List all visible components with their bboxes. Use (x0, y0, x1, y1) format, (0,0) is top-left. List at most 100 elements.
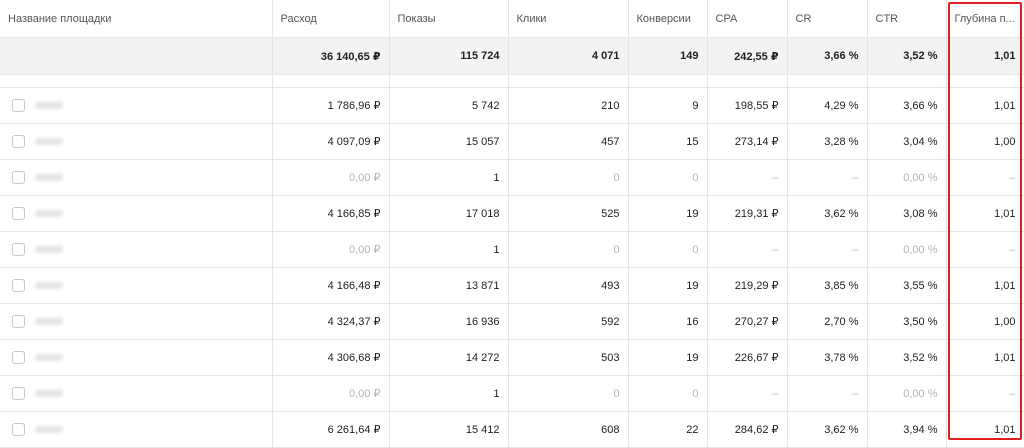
cell-clicks: 0 (508, 231, 629, 268)
cell-depth: 1,01 (946, 267, 1024, 304)
col-header-depth[interactable]: Глубина п... (946, 0, 1024, 38)
checkbox-icon[interactable] (12, 315, 25, 328)
cell-clicks: 592 (508, 303, 629, 340)
table-row[interactable]: 4 324,37 ₽16 936 592 16 270,27 ₽2,70 % 3,50 … (0, 303, 1024, 340)
stats-table: Название площадки Расход Показы Клики Ко… (0, 0, 1024, 448)
col-header-ctr[interactable]: CTR (867, 0, 947, 38)
table-row[interactable]: 4 166,48 ₽13 871 493 19 219,29 ₽3,85 % 3,55 … (0, 267, 1024, 304)
table-row[interactable]: 4 166,85 ₽17 018 525 19 219,31 ₽3,62 % 3,08 … (0, 195, 1024, 232)
cell-conversions: 0 (628, 159, 708, 196)
total-impressions: 115 724 (389, 37, 509, 75)
cell-clicks: 525 (508, 195, 629, 232)
cell-cpa: – (707, 231, 788, 268)
cell-cr: 3,62 % (787, 195, 868, 232)
cell-impressions: 13 871 (389, 267, 509, 304)
checkbox-icon[interactable] (12, 243, 25, 256)
total-cr: 3,66 % (787, 37, 868, 75)
cell-depth: 1,01 (946, 195, 1024, 232)
cell-impressions: 5 742 (389, 87, 509, 124)
cell-cost: 0,00 ₽ (272, 159, 390, 196)
cell-cpa: 284,62 ₽ (707, 411, 788, 448)
totals-row: 36 140,65 ₽ 115 724 4 071 149 242,55 ₽ 3… (0, 37, 1024, 75)
col-header-cost[interactable]: Расход (272, 0, 390, 38)
cell-ctr: 3,08 % (867, 195, 947, 232)
checkbox-icon[interactable] (12, 423, 25, 436)
checkbox-icon[interactable] (12, 387, 25, 400)
site-name-cell (0, 339, 273, 376)
cell-ctr: 0,00 % (867, 231, 947, 268)
cell-cr: 3,28 % (787, 123, 868, 160)
cell-conversions: 0 (628, 375, 708, 412)
cell-clicks: 503 (508, 339, 629, 376)
col-header-cr[interactable]: CR (787, 0, 868, 38)
cell-conversions: 15 (628, 123, 708, 160)
col-header-conversions[interactable]: Конверсии (628, 0, 708, 38)
checkbox-icon[interactable] (12, 99, 25, 112)
cell-cpa: 226,67 ₽ (707, 339, 788, 376)
cell-cost: 4 306,68 ₽ (272, 339, 390, 376)
blurred-site-name (35, 354, 63, 361)
cell-impressions: 1 (389, 231, 509, 268)
cell-conversions: 22 (628, 411, 708, 448)
site-name-cell (0, 303, 273, 340)
cell-cpa: 198,55 ₽ (707, 87, 788, 124)
cell-cr: – (787, 159, 868, 196)
site-name-cell (0, 231, 273, 268)
site-name-cell (0, 87, 273, 124)
site-name-cell (0, 411, 273, 448)
table-row[interactable]: 0,00 ₽1 0 0– –0,00 % – (0, 159, 1024, 196)
total-cost: 36 140,65 ₽ (272, 37, 390, 75)
total-depth: 1,01 (946, 37, 1024, 75)
cell-cpa: 270,27 ₽ (707, 303, 788, 340)
checkbox-icon[interactable] (12, 351, 25, 364)
checkbox-icon[interactable] (12, 171, 25, 184)
table-row[interactable]: 4 097,09 ₽15 057 457 15 273,14 ₽3,28 % 3,04 … (0, 123, 1024, 160)
cell-ctr: 3,66 % (867, 87, 947, 124)
total-ctr: 3,52 % (867, 37, 947, 75)
cell-conversions: 0 (628, 231, 708, 268)
table-row[interactable]: 0,00 ₽1 0 0– –0,00 % – (0, 231, 1024, 268)
cell-impressions: 1 (389, 375, 509, 412)
checkbox-icon[interactable] (12, 279, 25, 292)
cell-ctr: 0,00 % (867, 375, 947, 412)
col-header-clicks[interactable]: Клики (508, 0, 629, 38)
col-header-cpa[interactable]: CPA (707, 0, 788, 38)
total-label-cell (0, 37, 273, 75)
cell-conversions: 19 (628, 267, 708, 304)
table-row[interactable]: 4 306,68 ₽14 272 503 19 226,67 ₽3,78 % 3,52 … (0, 339, 1024, 376)
total-conversions: 149 (628, 37, 708, 75)
cell-conversions: 9 (628, 87, 708, 124)
cell-depth: 1,01 (946, 87, 1024, 124)
cell-impressions: 14 272 (389, 339, 509, 376)
cell-ctr: 3,55 % (867, 267, 947, 304)
cell-impressions: 16 936 (389, 303, 509, 340)
cell-cpa: – (707, 375, 788, 412)
cell-cost: 4 097,09 ₽ (272, 123, 390, 160)
table-row[interactable]: 0,00 ₽1 0 0– –0,00 % – (0, 375, 1024, 412)
col-header-site-name[interactable]: Название площадки (0, 0, 273, 38)
cell-conversions: 19 (628, 339, 708, 376)
cell-cr: – (787, 231, 868, 268)
table-row[interactable]: 6 261,64 ₽15 412 608 22 284,62 ₽3,62 % 3,94 … (0, 411, 1024, 448)
blurred-site-name (35, 102, 63, 109)
blurred-site-name (35, 246, 63, 253)
checkbox-icon[interactable] (12, 207, 25, 220)
table-row[interactable]: 1 786,96 ₽5 742 210 9 198,55 ₽4,29 % 3,66 % 1… (0, 87, 1024, 124)
cell-cr: 3,85 % (787, 267, 868, 304)
cell-depth: – (946, 375, 1024, 412)
cell-conversions: 16 (628, 303, 708, 340)
cell-ctr: 3,04 % (867, 123, 947, 160)
blurred-site-name (35, 210, 63, 217)
col-header-impressions[interactable]: Показы (389, 0, 509, 38)
checkbox-icon[interactable] (12, 135, 25, 148)
cell-cost: 6 261,64 ₽ (272, 411, 390, 448)
blurred-site-name (35, 390, 63, 397)
cell-impressions: 15 412 (389, 411, 509, 448)
blurred-site-name (35, 174, 63, 181)
site-name-cell (0, 267, 273, 304)
cell-depth: – (946, 231, 1024, 268)
cell-cpa: 273,14 ₽ (707, 123, 788, 160)
cell-conversions: 19 (628, 195, 708, 232)
cell-cr: 4,29 % (787, 87, 868, 124)
blurred-site-name (35, 282, 63, 289)
